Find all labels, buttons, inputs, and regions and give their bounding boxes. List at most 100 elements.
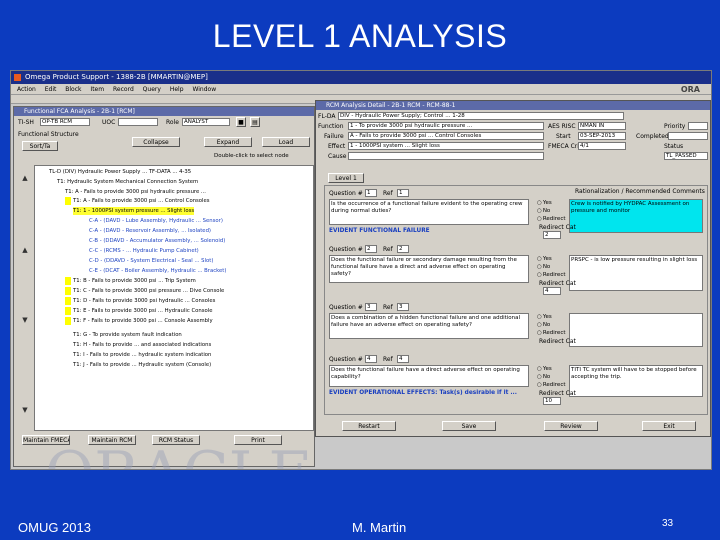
functional-structure-tree[interactable]: TL-D (DIV) Hydraulic Power Supply ... TF… <box>34 165 314 431</box>
scroll-up-icon[interactable]: ▲ <box>20 173 30 183</box>
tree-node[interactable]: C-A - (DAVD - Reservoir Assembly, ... Is… <box>89 227 211 235</box>
answer-redirect-radio[interactable]: Redirect <box>537 272 566 278</box>
cause-field[interactable] <box>348 152 544 160</box>
role-field[interactable]: ANALYST <box>182 118 230 126</box>
tree-node[interactable]: T1: A - Fails to provide 3000 psi ... Co… <box>73 197 210 205</box>
question-number-field[interactable]: 1 <box>365 189 377 197</box>
ref-field[interactable]: 2 <box>397 245 409 253</box>
aes-risc-field[interactable]: NMAN IN <box>578 122 626 130</box>
exit-button[interactable]: Exit <box>642 421 696 431</box>
tree-node[interactable]: C-D - (DDAVD - System Electrical - Seal … <box>89 257 213 265</box>
restart-button[interactable]: Restart <box>342 421 396 431</box>
question-number-field[interactable]: 2 <box>365 245 377 253</box>
answer-no-radio[interactable]: No <box>537 208 550 214</box>
tab-level-1[interactable]: Level 1 <box>328 173 364 183</box>
start-label: Start <box>556 133 571 140</box>
menu-action[interactable]: Action <box>17 86 36 93</box>
tree-node[interactable]: C-B - (DDAVD - Accumulator Assembly, ...… <box>89 237 225 245</box>
tree-node[interactable]: T1: D - Fails to provide 3000 psi hydrau… <box>73 297 215 305</box>
oracle-brand: ORA <box>680 85 700 94</box>
question-number-field[interactable]: 4 <box>365 355 377 363</box>
tree-node-selected[interactable]: T1: 1 - 1000PSI system pressure ... Slig… <box>73 207 195 215</box>
answer-redirect-radio[interactable]: Redirect <box>537 382 566 388</box>
tree-node[interactable]: T1: E - Fails to provide 3000 psi ... Hy… <box>73 307 212 315</box>
ref-field[interactable]: 4 <box>397 355 409 363</box>
fmeca-crit-field[interactable]: 4/1 <box>578 142 626 150</box>
tree-node[interactable]: T1: A - Fails to provide 3000 psi hydrau… <box>65 188 206 196</box>
answer-redirect-radio[interactable]: Redirect <box>537 330 566 336</box>
ref-label: Ref <box>383 190 393 197</box>
sort-button[interactable]: Sort/Ta <box>22 141 58 151</box>
item-field[interactable]: OP-TB RCM <box>40 118 90 126</box>
answer-text[interactable]: PRSPC - is low pressure resulting in sli… <box>569 255 703 291</box>
tree-node[interactable]: T1: I - Fails to provide ... hydraulic s… <box>73 351 211 359</box>
menu-item[interactable]: Item <box>90 86 104 93</box>
status-marker <box>65 287 71 295</box>
redirect-cat-label: Redirect Cat <box>539 390 576 397</box>
menu-record[interactable]: Record <box>113 86 134 93</box>
answer-yes-radio[interactable]: Yes <box>537 366 552 372</box>
tree-node[interactable]: T1: H - Fails to provide ... and associa… <box>73 341 211 349</box>
collapse-button[interactable]: Collapse <box>132 137 180 147</box>
save-button[interactable]: Save <box>442 421 496 431</box>
scroll-down-icon[interactable]: ▼ <box>20 315 30 325</box>
effect-label: Effect <box>328 143 346 150</box>
answer-no-radio[interactable]: No <box>537 264 550 270</box>
tree-node[interactable]: C-A - (DAVD - Lube Assembly, Hydraulic .… <box>89 217 223 225</box>
ref-field[interactable]: 3 <box>397 303 409 311</box>
priority-field[interactable] <box>688 122 708 130</box>
status-marker <box>65 297 71 305</box>
scroll-down-icon-2[interactable]: ▼ <box>20 405 30 415</box>
item-label: TI-SH <box>18 119 34 126</box>
question-number-field[interactable]: 3 <box>365 303 377 311</box>
status-marker <box>65 197 71 205</box>
ref-field[interactable]: 1 <box>397 189 409 197</box>
answer-no-radio[interactable]: No <box>537 322 550 328</box>
function-field[interactable]: 1 - To provide 3000 psi hydraulic pressu… <box>348 122 544 130</box>
review-button[interactable]: Review <box>544 421 598 431</box>
app-title: Omega Product Support - 1388-2B [MMARTIN… <box>25 73 208 81</box>
status-field[interactable]: TL_PASSED <box>664 152 708 160</box>
tree-node[interactable]: TL-D (DIV) Hydraulic Power Supply ... TF… <box>49 168 191 176</box>
tree-node[interactable]: C-C - (RCMS - ... Hydraulic Pump Cabinet… <box>89 247 199 255</box>
redirect-cat-field[interactable]: 4 <box>543 287 561 295</box>
tree-node[interactable]: T1: B - Fails to provide 3000 psi ... Tr… <box>73 277 196 285</box>
print-icon[interactable]: ▤ <box>250 117 260 127</box>
menu-block[interactable]: Block <box>65 86 81 93</box>
failure-field[interactable]: A - Fails to provide 3000 psi ... Contro… <box>348 132 544 140</box>
tree-node[interactable]: T1: C - Fails to provide 3000 psi pressu… <box>73 287 224 295</box>
completed-field[interactable] <box>668 132 708 140</box>
redirect-cat-field[interactable]: 10 <box>543 397 561 405</box>
answer-text[interactable]: Crew is notified by HYDPAC Assessment on… <box>569 199 703 233</box>
answer-no-radio[interactable]: No <box>537 374 550 380</box>
question-text: Is the occurrence of a functional failur… <box>329 199 529 225</box>
answer-text[interactable]: TITI TC system will have to be stopped b… <box>569 365 703 397</box>
menu-query[interactable]: Query <box>143 86 161 93</box>
fl-field[interactable]: DIV - Hydraulic Power Supply; Control ..… <box>338 112 624 120</box>
tree-node[interactable]: T1: G - To provide system fault indicati… <box>73 331 182 339</box>
ref-label: Ref <box>383 246 393 253</box>
menu-help[interactable]: Help <box>170 86 184 93</box>
tree-node[interactable]: T1: J - Fails to provide ... Hydraulic s… <box>73 361 211 369</box>
answer-text[interactable] <box>569 313 703 347</box>
answer-yes-radio[interactable]: Yes <box>537 314 552 320</box>
tree-node[interactable]: C-E - (DCAT - Boiler Assembly, Hydraulic… <box>89 267 226 275</box>
answer-redirect-radio[interactable]: Redirect <box>537 216 566 222</box>
answer-yes-radio[interactable]: Yes <box>537 200 552 206</box>
load-button[interactable]: Load <box>262 137 310 147</box>
expand-button[interactable]: Expand <box>204 137 252 147</box>
slide-title: LEVEL 1 ANALYSIS <box>212 18 508 54</box>
menu-edit[interactable]: Edit <box>45 86 57 93</box>
tree-scrollbar[interactable]: ▲ ▲ ▼ ▼ <box>18 165 32 431</box>
menu-window[interactable]: Window <box>192 86 216 93</box>
fmeca-crit-label: FMECA Crit <box>548 143 582 150</box>
tree-node[interactable]: T1: Hydraulic System Mechanical Connecti… <box>57 178 198 186</box>
start-field[interactable]: 03-SEP-2013 <box>578 132 626 140</box>
effect-field[interactable]: 1 - 1000PSI system ... Slight loss <box>348 142 544 150</box>
answer-yes-radio[interactable]: Yes <box>537 256 552 262</box>
uoc-field[interactable] <box>118 118 158 126</box>
tree-node[interactable]: T1: F - Fails to provide 3000 psi ... Co… <box>73 317 213 325</box>
scroll-up-icon-2[interactable]: ▲ <box>20 245 30 255</box>
redirect-cat-field[interactable]: 2 <box>543 231 561 239</box>
save-icon[interactable]: ■ <box>236 117 246 127</box>
